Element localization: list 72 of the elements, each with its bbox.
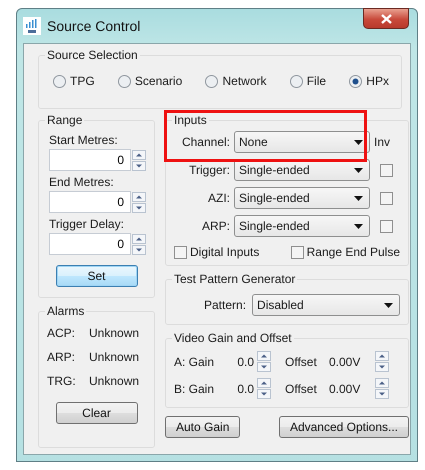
clear-button[interactable]: Clear [56,402,138,424]
checkbox[interactable] [380,164,392,176]
dropdown[interactable]: None [234,131,370,153]
radio-button[interactable] [290,74,303,88]
dropdown[interactable]: Single-ended [234,215,370,237]
set-button[interactable]: Set [56,265,138,287]
group-title: Video Gain and Offset [173,331,293,345]
group-title: Alarms [46,304,86,318]
dropdown[interactable]: Disabled [252,294,400,316]
checkbox[interactable] [290,246,304,258]
dropdown[interactable]: Single-ended [234,187,370,209]
spin-arrows[interactable] [132,150,146,170]
gain-value: 0.0 [236,382,254,396]
alarm-status: Unknown [89,350,140,364]
radio-option[interactable]: HPx [349,74,389,88]
number-field[interactable]: 0 [49,233,131,255]
caret-icon [384,302,394,308]
gain-value: 0.0 [236,354,254,368]
radio-option[interactable]: TPG [53,74,95,88]
radio-button[interactable] [205,74,218,88]
spin-arrows[interactable] [132,234,146,254]
offset-value: 0.00V [329,354,362,368]
field-label: Start Metres: [49,133,119,147]
field-label: A: Gain [174,354,216,368]
radio-button[interactable] [53,74,66,88]
radio-option[interactable]: File [290,74,326,88]
checkbox[interactable] [380,220,392,232]
spin-arrows[interactable] [375,351,389,372]
group-title: Test Pattern Generator [173,272,296,286]
field-label: Pattern: [204,298,246,312]
alarm-name: TRG: [47,374,77,388]
group-title: Inputs [173,113,208,127]
radio-option[interactable]: Network [205,74,266,88]
spin-arrows[interactable] [257,378,271,399]
number-field[interactable]: 0 [49,149,131,171]
radio-button[interactable] [118,74,131,88]
field-label: Offset [285,354,318,368]
spin-arrows[interactable] [132,192,146,212]
offset-value: 0.00V [329,382,362,396]
radio-button[interactable] [349,74,362,88]
checkbox[interactable] [174,246,187,258]
number-field[interactable]: 0 [49,191,131,213]
alarm-name: ARP: [47,350,76,364]
checkbox[interactable] [380,192,392,204]
group-title: Source Selection [46,48,139,62]
caret-icon [354,196,363,200]
field-label: AZI: [206,191,230,205]
spin-arrows[interactable] [375,378,389,399]
alarm-status: Unknown [89,326,140,340]
caret-icon [354,140,363,144]
column-label: Inv [374,135,392,149]
field-label: Trigger Delay: [49,217,125,231]
field-label: ARP: [200,219,230,233]
checkbox-label[interactable]: Digital Inputs [190,245,260,259]
field-label: Trigger: [188,163,230,177]
field-label: B: Gain [174,382,216,396]
caret-icon [354,224,363,228]
alarm-status: Unknown [89,374,140,388]
close-button[interactable] [363,8,409,29]
dialog-button[interactable]: Advanced Options... [278,416,410,438]
dialog-button[interactable]: Auto Gain [165,416,240,438]
caret-icon [354,168,363,172]
group-title: Range [46,113,84,127]
spin-arrows[interactable] [257,351,271,372]
field-label: End Metres: [49,175,115,189]
window-title: Source Control [47,18,140,34]
checkbox-label[interactable]: Range End Pulse [306,245,400,259]
field-label: Channel: [180,135,230,149]
alarm-name: ACP: [47,326,76,340]
field-label: Offset [285,382,318,396]
radio-option[interactable]: Scenario [118,74,182,88]
close-icon [380,14,392,24]
